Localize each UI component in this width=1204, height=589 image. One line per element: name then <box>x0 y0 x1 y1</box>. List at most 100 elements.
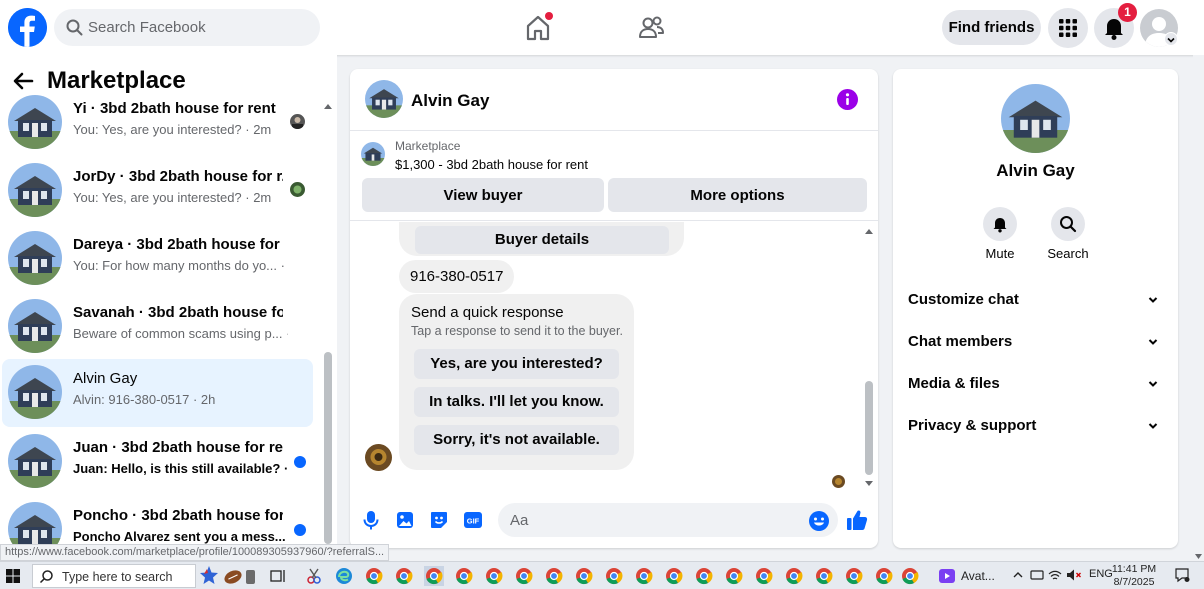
chat-scrollbar-thumb[interactable] <box>865 381 873 475</box>
find-friends-button[interactable]: Find friends <box>942 10 1041 45</box>
chrome-browser-icon[interactable] <box>784 566 804 586</box>
unread-dot <box>294 456 306 468</box>
conversation-item[interactable]: Savanah · 3bd 2bath house for r... Bewar… <box>2 293 313 361</box>
home-nav-button[interactable] <box>522 12 554 44</box>
chrome-browser-icon[interactable] <box>724 566 744 586</box>
quick-response-button[interactable]: Sorry, it's not available. <box>414 425 619 455</box>
taskbar-app-avatar[interactable]: Avat... <box>934 564 1004 588</box>
chrome-browser-icon[interactable] <box>604 566 624 586</box>
windows-start-icon[interactable] <box>3 566 23 586</box>
search-in-conversation-button[interactable]: Search <box>1038 207 1098 261</box>
house-avatar <box>8 434 62 488</box>
chrome-browser-icon[interactable] <box>874 566 894 586</box>
conversation-item[interactable]: Yi · 3bd 2bath house for rent You: Yes, … <box>2 89 313 157</box>
contact-profile-name[interactable]: Alvin Gay <box>893 161 1178 181</box>
wifi-icon[interactable] <box>1048 568 1062 582</box>
message-composer: GIF <box>350 497 878 548</box>
task-view-icon[interactable] <box>268 566 288 586</box>
chrome-browser-icon[interactable] <box>664 566 684 586</box>
chrome-browser-icon[interactable] <box>484 566 504 586</box>
chrome-browser-icon[interactable] <box>694 566 714 586</box>
listing-title[interactable]: $1,300 - 3bd 2bath house for rent <box>395 157 588 172</box>
inbox-scrollbar-thumb[interactable] <box>324 352 332 544</box>
chat-scrollbar[interactable] <box>863 227 875 489</box>
search-icon <box>1060 216 1077 233</box>
mute-button[interactable]: Mute <box>970 207 1030 261</box>
privacy-support-section[interactable]: Privacy & support <box>893 407 1178 443</box>
chrome-browser-icon[interactable] <box>900 566 920 586</box>
scroll-up-icon[interactable] <box>323 102 333 110</box>
chrome-browser-icon[interactable] <box>514 566 534 586</box>
chevron-down-icon <box>1148 339 1158 345</box>
notification-center-icon[interactable] <box>1174 567 1190 583</box>
house-avatar <box>8 95 62 149</box>
conversation-title: Savanah · 3bd 2bath house for r... <box>73 304 283 321</box>
chrome-browser-icon[interactable] <box>394 566 414 586</box>
search-facebook-input[interactable] <box>88 9 308 46</box>
chrome-browser-icon[interactable] <box>634 566 654 586</box>
buyer-details-button[interactable]: Buyer details <box>415 226 669 254</box>
chrome-browser-icon[interactable] <box>364 566 384 586</box>
gif-icon[interactable]: GIF <box>462 509 484 531</box>
facebook-logo[interactable] <box>8 8 47 47</box>
menu-button[interactable] <box>1048 8 1088 48</box>
system-clock[interactable]: 11:41 PM 8/7/2025 <box>1110 563 1158 589</box>
conversation-item[interactable]: Juan · 3bd 2bath house for rent Juan: He… <box>2 428 313 496</box>
chat-contact-name[interactable]: Alvin Gay <box>411 91 489 111</box>
customize-chat-section[interactable]: Customize chat <box>893 281 1178 317</box>
chrome-browser-icon[interactable] <box>544 566 564 586</box>
section-label: Customize chat <box>908 291 1019 308</box>
meet-now-icon[interactable] <box>1030 568 1044 582</box>
message-input[interactable] <box>510 503 800 537</box>
chrome-browser-icon[interactable] <box>754 566 774 586</box>
search-facebook-box[interactable] <box>54 9 320 46</box>
sticker-icon[interactable] <box>428 509 450 531</box>
listing-thumbnail[interactable] <box>361 142 385 166</box>
conversation-preview: Beware of common scams using p... · 5m <box>73 326 288 341</box>
chevron-up-icon[interactable] <box>1012 569 1024 581</box>
scroll-down-icon[interactable] <box>1193 553 1204 561</box>
more-options-button[interactable]: More options <box>608 178 867 212</box>
snipping-tool-icon[interactable] <box>304 566 324 586</box>
chrome-browser-icon[interactable] <box>814 566 834 586</box>
inbox-scrollbar[interactable] <box>323 100 333 555</box>
chat-contact-avatar[interactable] <box>365 80 403 118</box>
edge-browser-icon[interactable] <box>334 566 354 586</box>
page-scrollbar[interactable] <box>1193 55 1204 561</box>
photo-icon[interactable] <box>394 509 416 531</box>
chat-panel: Alvin Gay Marketplace $1,300 - 3bd 2bath… <box>350 69 878 548</box>
emoji-icon[interactable] <box>808 510 830 532</box>
chrome-browser-icon[interactable] <box>844 566 864 586</box>
chrome-browser-icon-active[interactable] <box>424 566 444 586</box>
view-buyer-button[interactable]: View buyer <box>362 178 604 212</box>
message-input-field[interactable] <box>498 503 838 537</box>
friends-icon <box>639 16 664 38</box>
quick-response-button[interactable]: In talks. I'll let you know. <box>414 387 619 417</box>
contact-profile-avatar[interactable] <box>1001 84 1070 153</box>
chrome-browser-icon[interactable] <box>454 566 474 586</box>
search-circle[interactable] <box>1051 207 1085 241</box>
house-avatar <box>8 163 62 217</box>
conversation-item-active[interactable]: Alvin Gay Alvin: 916-380-0517 · 2h <box>2 359 313 427</box>
quick-response-button[interactable]: Yes, are you interested? <box>414 349 619 379</box>
phone-message-bubble: 916-380-0517 <box>399 260 515 293</box>
taskbar-search-box[interactable]: Type here to search <box>32 564 196 588</box>
mute-circle[interactable] <box>983 207 1017 241</box>
scroll-down-icon[interactable] <box>863 480 875 488</box>
widgets-icon[interactable] <box>197 564 257 588</box>
thumbs-up-icon[interactable] <box>845 508 869 532</box>
microphone-icon[interactable] <box>360 509 382 531</box>
conversation-item[interactable]: JorDy · 3bd 2bath house for r... You: Ye… <box>2 157 313 225</box>
chrome-browser-icon[interactable] <box>574 566 594 586</box>
media-files-section[interactable]: Media & files <box>893 365 1178 401</box>
info-icon[interactable] <box>837 89 858 110</box>
chat-members-section[interactable]: Chat members <box>893 323 1178 359</box>
friends-nav-button[interactable] <box>635 12 667 44</box>
account-caret[interactable] <box>1164 32 1178 46</box>
chat-details-panel: Alvin Gay Mute Search Customize chat Cha… <box>893 69 1178 548</box>
conversation-item[interactable]: Dareya · 3bd 2bath house for rent You: F… <box>2 225 313 293</box>
sender-avatar[interactable] <box>365 444 392 471</box>
chevron-down-icon <box>1148 297 1158 303</box>
scroll-up-icon[interactable] <box>863 227 875 235</box>
volume-muted-icon[interactable] <box>1066 568 1082 582</box>
